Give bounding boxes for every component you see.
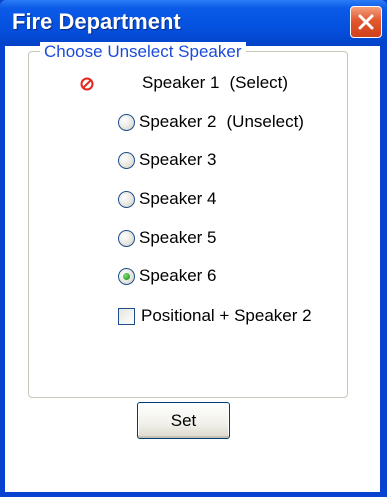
radio-button-icon[interactable] bbox=[118, 190, 135, 208]
window-title: Fire Department bbox=[12, 9, 181, 34]
dialog-window: Fire Department Choose Unselect Speaker … bbox=[0, 0, 387, 497]
radio-selected-dot-icon bbox=[123, 272, 130, 280]
speaker-6-radio[interactable]: Speaker 6 bbox=[118, 266, 217, 286]
no-select-icon bbox=[80, 77, 94, 91]
speaker-1-option: Speaker 1 (Select) bbox=[142, 73, 288, 93]
speaker-1-note: (Select) bbox=[229, 73, 289, 92]
speaker-3-label[interactable]: Speaker 3 bbox=[139, 150, 217, 170]
speaker-1-label: Speaker 1 bbox=[142, 73, 220, 92]
close-button[interactable] bbox=[350, 6, 382, 38]
speaker-6-label[interactable]: Speaker 6 bbox=[139, 266, 217, 286]
speaker-5-radio[interactable]: Speaker 5 bbox=[118, 228, 217, 248]
positional-label[interactable]: Positional + Speaker 2 bbox=[141, 306, 312, 326]
speaker-groupbox bbox=[28, 51, 348, 398]
speaker-3-radio[interactable]: Speaker 3 bbox=[118, 150, 217, 170]
checkbox-icon[interactable] bbox=[118, 307, 135, 325]
positional-checkbox[interactable]: Positional + Speaker 2 bbox=[118, 306, 312, 326]
speaker-4-radio[interactable]: Speaker 4 bbox=[118, 189, 217, 209]
set-button[interactable]: Set bbox=[137, 402, 230, 439]
radio-button-selected-icon[interactable] bbox=[118, 267, 135, 285]
speaker-2-label[interactable]: Speaker 2 bbox=[139, 112, 217, 132]
radio-button-icon[interactable] bbox=[118, 229, 135, 247]
radio-button-icon[interactable] bbox=[118, 113, 135, 131]
set-button-label: Set bbox=[170, 410, 197, 430]
speaker-4-label[interactable]: Speaker 4 bbox=[139, 189, 217, 209]
speaker-5-label[interactable]: Speaker 5 bbox=[139, 228, 217, 248]
groupbox-label: Choose Unselect Speaker bbox=[40, 42, 246, 62]
radio-button-icon[interactable] bbox=[118, 151, 135, 169]
speaker-2-radio[interactable]: Speaker 2 (Unselect) bbox=[118, 112, 304, 132]
close-icon bbox=[358, 14, 374, 30]
speaker-2-note: (Unselect) bbox=[226, 112, 304, 131]
title-bar[interactable]: Fire Department bbox=[0, 0, 387, 46]
